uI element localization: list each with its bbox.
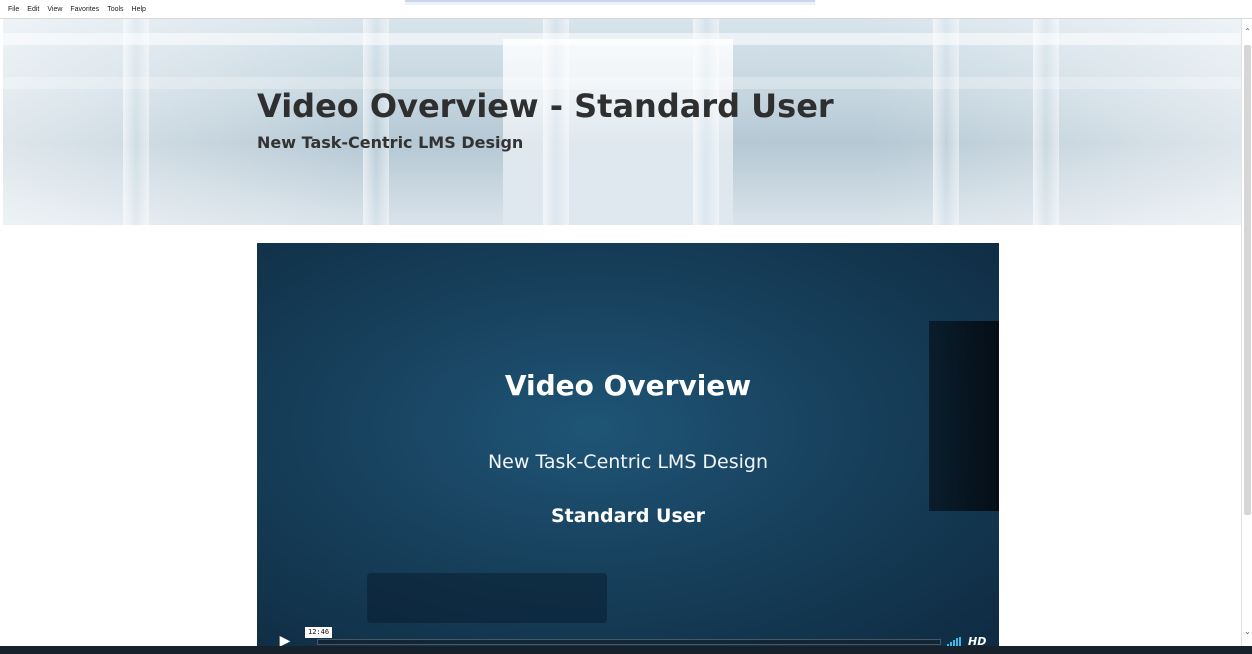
- page-scrollbar[interactable]: ⌃ ⌄: [1241, 19, 1252, 646]
- menu-favorites[interactable]: Favorites: [70, 0, 99, 19]
- menu-help[interactable]: Help: [132, 0, 146, 19]
- hero-banner: Video Overview - Standard User New Task-…: [3, 19, 1241, 225]
- menu-tools[interactable]: Tools: [107, 0, 123, 19]
- video-slide-title: Video Overview: [504, 369, 752, 402]
- menu-file[interactable]: File: [8, 0, 19, 19]
- video-progress-bar[interactable]: [317, 639, 941, 645]
- video-slide-subtitle: New Task-Centric LMS Design: [487, 451, 769, 473]
- os-taskbar: [0, 646, 1252, 654]
- hero-background-pillar: [933, 19, 959, 225]
- hero-background-beam: [3, 33, 1241, 45]
- hero-background-pillar: [123, 19, 149, 225]
- page-subtitle: New Task-Centric LMS Design: [257, 133, 524, 152]
- chevron-up-icon[interactable]: ⌃: [1242, 25, 1252, 39]
- menu-edit[interactable]: Edit: [27, 0, 39, 19]
- video-background-panel: [929, 321, 999, 511]
- video-timecode: 12:46: [305, 627, 333, 638]
- video-slide-role: Standard User: [550, 505, 706, 527]
- menu-view[interactable]: View: [47, 0, 62, 19]
- scrollbar-thumb[interactable]: [1244, 45, 1251, 515]
- hero-background-pillar: [1033, 19, 1059, 225]
- chevron-down-icon[interactable]: ⌄: [1242, 625, 1252, 639]
- browser-tab-strip: [405, 0, 815, 5]
- page-title: Video Overview - Standard User: [257, 87, 834, 125]
- video-background-shape: [367, 573, 607, 623]
- video-player[interactable]: Video Overview New Task-Centric LMS Desi…: [257, 243, 999, 654]
